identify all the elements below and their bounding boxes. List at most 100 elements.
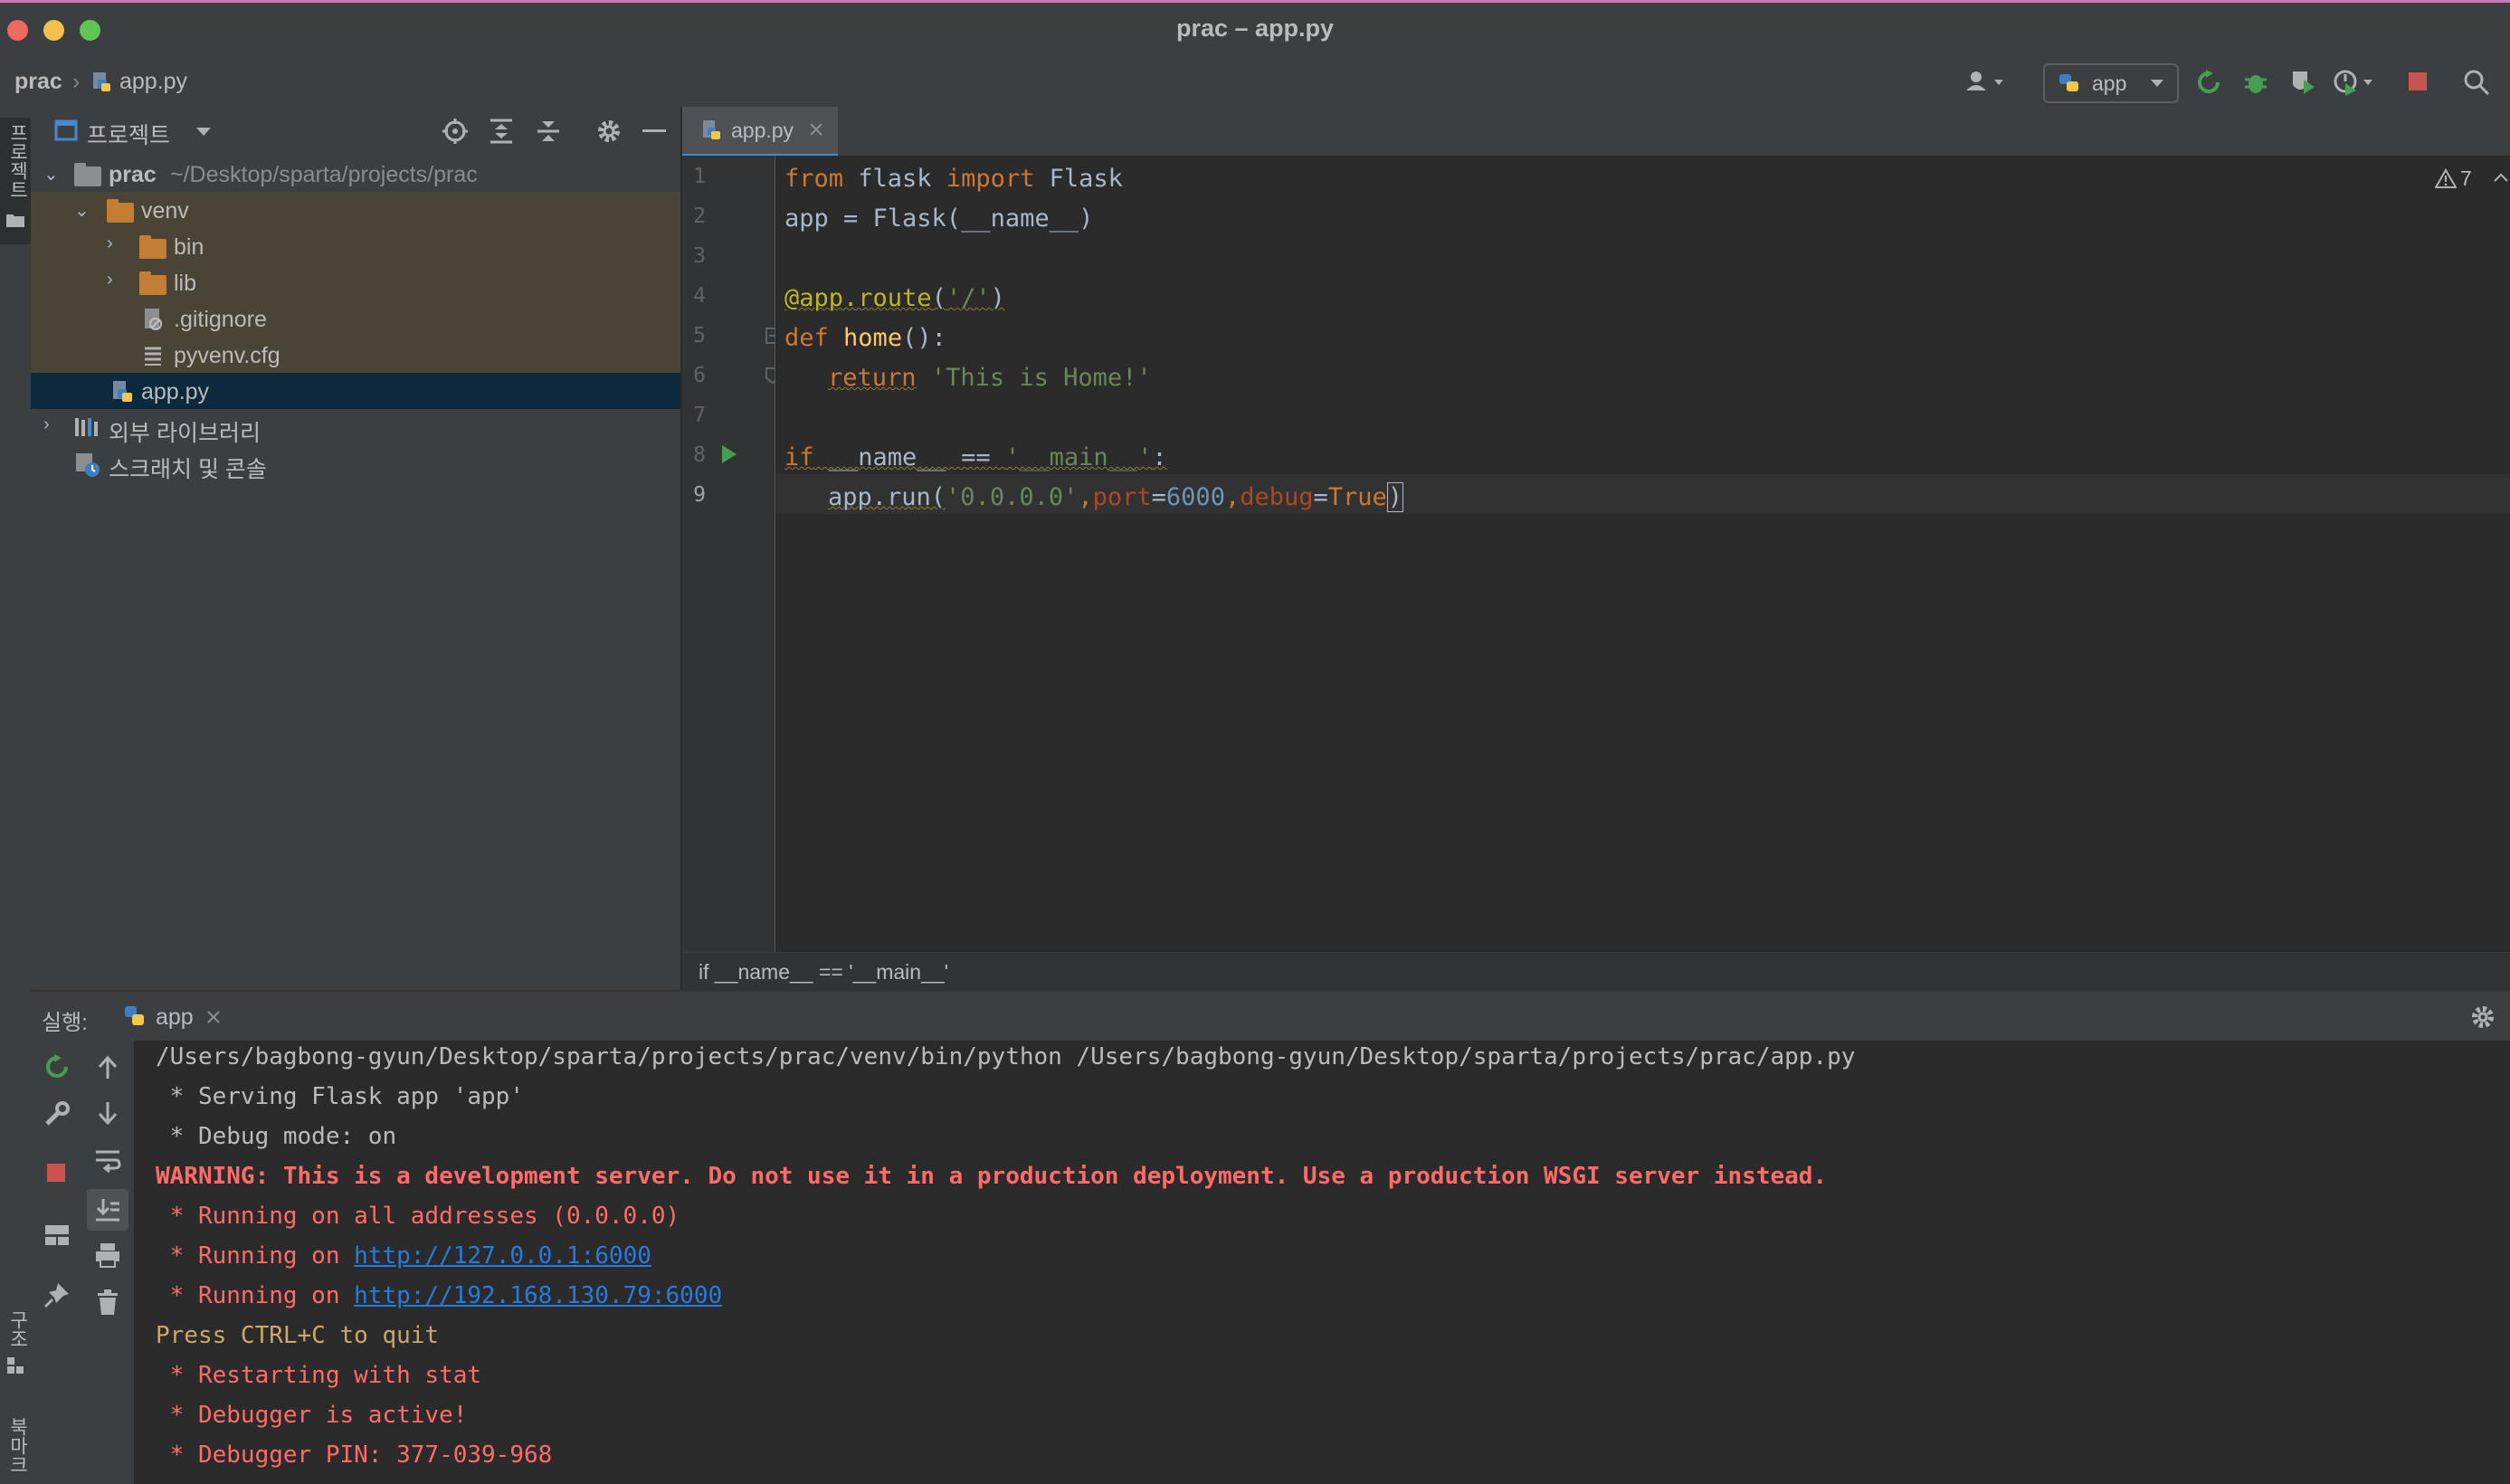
console-line: /Users/bagbong-gyun/Desktop/sparta/proje… xyxy=(156,1043,1856,1070)
ignore-file-icon xyxy=(143,308,163,331)
rerun-icon[interactable] xyxy=(43,1053,71,1080)
user-account-icon[interactable] xyxy=(1963,69,2005,94)
config-file-icon xyxy=(143,346,163,366)
arrow-up-icon[interactable] xyxy=(96,1055,119,1080)
console-link[interactable]: http://192.168.130.79:6000 xyxy=(354,1282,722,1309)
gear-icon[interactable] xyxy=(2470,1004,2496,1030)
run-gutter-icon[interactable] xyxy=(720,443,738,465)
chevron-down-icon[interactable] xyxy=(195,127,212,138)
code-line-1: from flask import Flask xyxy=(784,165,1123,193)
project-panel-title[interactable]: 프로젝트 xyxy=(87,118,170,150)
stop-icon[interactable] xyxy=(2407,71,2429,92)
scroll-to-end-icon xyxy=(94,1196,121,1223)
bookmarks-tab-label[interactable]: 북마크 xyxy=(4,1417,31,1474)
chevron-right-icon[interactable]: › xyxy=(107,270,113,290)
tree-item-scratches[interactable]: 스크래치 및 콘솔 xyxy=(31,445,680,482)
run-config-label: app xyxy=(2092,71,2127,95)
tree-item-app[interactable]: app.py xyxy=(31,373,680,409)
stop-icon[interactable] xyxy=(45,1162,67,1184)
tree-item-gitignore[interactable]: .gitignore xyxy=(31,300,680,337)
console-line: * Debug mode: on xyxy=(156,1123,397,1150)
code-editor[interactable]: from flask import Flask app = Flask(__na… xyxy=(775,156,2510,952)
soft-wrap-icon[interactable] xyxy=(94,1147,121,1173)
run-panel-header: 실행: app xyxy=(31,990,2510,1043)
trash-icon[interactable] xyxy=(96,1289,119,1316)
folder-icon xyxy=(139,271,166,295)
expand-all-icon[interactable] xyxy=(489,118,514,145)
profiler-icon[interactable] xyxy=(2333,69,2374,96)
tree-item-external-libraries-label: 외부 라이브러리 xyxy=(109,421,261,446)
tree-item-venv[interactable]: ⌄ venv xyxy=(31,192,680,228)
console-line: * Serving Flask app 'app' xyxy=(156,1083,524,1110)
close-icon[interactable] xyxy=(809,122,823,137)
tree-item-pyvenv[interactable]: pyvenv.cfg xyxy=(31,337,680,373)
close-icon[interactable] xyxy=(206,1010,221,1024)
line-number: 1 xyxy=(693,165,706,188)
tree-item-bin[interactable]: › bin xyxy=(31,228,680,264)
chevron-down-icon[interactable]: ⌄ xyxy=(74,199,90,222)
run-tab-label: app xyxy=(156,1004,194,1030)
tree-item-venv-label: venv xyxy=(141,198,189,224)
code-line-9: app.run('0.0.0.0',port=6000,debug=True) xyxy=(828,482,1404,512)
navigation-bar: prac › app.py app xyxy=(0,58,2510,109)
minimize-panel-icon[interactable] xyxy=(642,128,666,134)
python-icon xyxy=(123,1004,147,1028)
breadcrumb-file[interactable]: app.py xyxy=(119,69,187,95)
window-title: prac – app.py xyxy=(1175,14,1335,42)
tree-item-external-libraries[interactable]: › 외부 라이브러리 xyxy=(31,409,680,446)
chevron-right-icon: › xyxy=(72,69,81,94)
print-icon[interactable] xyxy=(94,1241,121,1269)
run-tab-app[interactable]: app xyxy=(103,992,248,1043)
gear-icon[interactable] xyxy=(595,118,623,145)
pin-icon[interactable] xyxy=(43,1281,71,1308)
scroll-to-end-button[interactable] xyxy=(87,1189,128,1231)
run-configuration-dropdown[interactable]: app xyxy=(2043,63,2179,103)
collapse-all-icon[interactable] xyxy=(536,118,561,145)
tab-label: app.py xyxy=(731,119,794,142)
debug-icon[interactable] xyxy=(2242,69,2269,96)
python-file-icon xyxy=(90,71,112,92)
left-tool-stripe: 프로젝트 구조 북마크 xyxy=(0,107,32,1484)
project-tool-tab[interactable]: 프로젝트 xyxy=(0,118,31,244)
chevron-down-icon xyxy=(2150,78,2164,89)
console-line: * Running on all addresses (0.0.0.0) xyxy=(156,1203,680,1230)
editor-gutter: 1 2 3 4 5 6 7 8 9 xyxy=(682,156,780,952)
chevron-up-icon[interactable] xyxy=(2493,172,2509,183)
chevron-right-icon[interactable]: › xyxy=(43,414,50,435)
run-toolbar-primary xyxy=(31,1041,84,1484)
tab-app-py[interactable]: app.py xyxy=(682,107,838,157)
breadcrumb-project[interactable]: prac xyxy=(14,69,62,95)
chevron-right-icon[interactable]: › xyxy=(107,233,113,254)
search-icon[interactable] xyxy=(2463,69,2490,96)
run-console[interactable]: /Users/bagbong-gyun/Desktop/sparta/proje… xyxy=(134,1041,2510,1484)
warning-icon[interactable] xyxy=(2435,168,2457,188)
rerun-icon[interactable] xyxy=(2195,69,2222,96)
chevron-down-icon[interactable]: ⌄ xyxy=(43,163,59,186)
line-number: 4 xyxy=(693,284,706,308)
layout-icon[interactable] xyxy=(43,1223,71,1247)
code-line-5: def home(): xyxy=(784,324,946,352)
line-number: 5 xyxy=(693,324,706,347)
code-breadcrumb[interactable]: if __name__ == '__main__' xyxy=(699,960,948,985)
tree-item-root[interactable]: ⌄ prac ~/Desktop/sparta/projects/prac xyxy=(31,156,680,192)
console-line: * Debugger PIN: 377-039-968 xyxy=(156,1441,553,1469)
folder-icon xyxy=(74,163,101,186)
code-line-4: @app.route('/') xyxy=(784,284,1005,312)
folder-icon xyxy=(139,235,166,259)
structure-tab-label[interactable]: 구조 xyxy=(4,1310,31,1348)
project-tree: ⌄ prac ~/Desktop/sparta/projects/prac ⌄ … xyxy=(31,156,680,990)
python-file-icon xyxy=(700,119,722,141)
console-line: * Debugger is active! xyxy=(156,1402,468,1429)
arrow-down-icon[interactable] xyxy=(96,1100,119,1126)
wrench-icon[interactable] xyxy=(43,1100,71,1127)
warning-count[interactable]: 7 xyxy=(2460,166,2472,191)
locate-file-icon[interactable] xyxy=(442,118,469,145)
tree-item-lib-label: lib xyxy=(174,271,197,296)
console-line: * Running on http://192.168.130.79:6000 xyxy=(156,1282,723,1309)
console-link[interactable]: http://127.0.0.1:6000 xyxy=(354,1242,651,1270)
tree-item-lib[interactable]: › lib xyxy=(31,264,680,300)
run-with-coverage-icon[interactable] xyxy=(2289,69,2316,96)
structure-icon[interactable] xyxy=(5,1356,25,1375)
tree-item-gitignore-label: .gitignore xyxy=(174,307,267,332)
editor-tab-bar: app.py xyxy=(682,107,2510,157)
